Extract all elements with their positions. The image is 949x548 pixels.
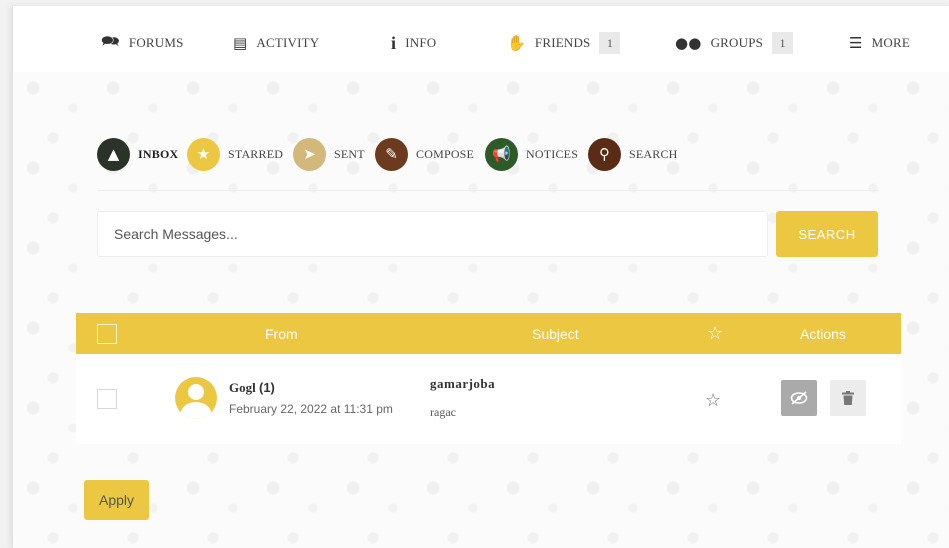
tab-starred-label: STARRED bbox=[228, 146, 284, 161]
nav-activity[interactable]: ▤ ACTIVITY bbox=[233, 32, 319, 54]
tab-sent-label: SENT bbox=[334, 146, 365, 161]
select-all-checkbox[interactable] bbox=[97, 323, 117, 344]
tab-notices-label: NOTICES bbox=[526, 146, 579, 161]
nav-groups-label: GROUPS bbox=[710, 35, 764, 50]
avatar-head bbox=[188, 384, 204, 400]
forums-icon: 🗪 bbox=[101, 31, 120, 50]
tab-compose-label: COMPOSE bbox=[416, 146, 475, 161]
megaphone-icon: 📢 bbox=[485, 137, 518, 171]
groups-icon: ●● bbox=[675, 34, 702, 52]
tabs-divider bbox=[97, 190, 879, 191]
thread-count: (1) bbox=[258, 380, 275, 395]
nav-forums-label: FORUMS bbox=[128, 35, 184, 50]
nav-forums[interactable]: 🗪 FORUMS bbox=[101, 32, 184, 54]
nav-groups[interactable]: ●● GROUPS 1 bbox=[675, 32, 794, 54]
search-icon: ⚲ bbox=[588, 137, 621, 171]
star-toggle-icon[interactable]: ☆ bbox=[705, 390, 721, 411]
header-actions: Actions bbox=[800, 325, 846, 342]
eye-slash-icon bbox=[790, 391, 808, 405]
send-icon: ➤ bbox=[293, 137, 326, 171]
tab-inbox-label: INBOX bbox=[138, 146, 179, 161]
table-row[interactable]: Gogl (1) February 22, 2022 at 11:31 pm g… bbox=[76, 354, 901, 444]
inbox-icon: ▲ bbox=[97, 137, 130, 171]
page-frame: 🗪 FORUMS ▤ ACTIVITY i INFO ✋ FRIENDS 1 ●… bbox=[12, 6, 949, 548]
search-input[interactable] bbox=[97, 211, 768, 257]
apply-button[interactable]: Apply bbox=[84, 480, 149, 520]
tab-search[interactable]: ⚲ SEARCH bbox=[588, 137, 678, 171]
avatar[interactable] bbox=[175, 377, 217, 419]
nav-activity-label: ACTIVITY bbox=[256, 35, 320, 50]
nav-more[interactable]: ☰ MORE bbox=[849, 32, 910, 54]
menu-icon: ☰ bbox=[849, 34, 863, 52]
tab-inbox[interactable]: ▲ INBOX bbox=[97, 137, 178, 171]
info-icon: i bbox=[391, 32, 397, 53]
nav-info[interactable]: i INFO bbox=[391, 32, 436, 54]
trash-icon bbox=[842, 391, 854, 405]
table-header: From Subject ☆ Actions bbox=[76, 313, 901, 354]
nav-friends-label: FRIENDS bbox=[534, 35, 591, 50]
row-checkbox[interactable] bbox=[97, 389, 117, 409]
nav-friends[interactable]: ✋ FRIENDS 1 bbox=[507, 32, 621, 54]
activity-icon: ▤ bbox=[233, 34, 248, 52]
tab-compose[interactable]: ✎ COMPOSE bbox=[375, 137, 474, 171]
avatar-body bbox=[181, 402, 211, 419]
search-button[interactable]: SEARCH bbox=[776, 211, 878, 257]
header-from: From bbox=[265, 325, 298, 342]
delete-button[interactable] bbox=[830, 380, 866, 416]
tab-sent[interactable]: ➤ SENT bbox=[293, 137, 365, 171]
message-excerpt: ragac bbox=[430, 405, 456, 419]
compose-icon: ✎ bbox=[375, 137, 408, 171]
message-subject[interactable]: gamarjoba bbox=[430, 376, 495, 392]
nav-info-label: INFO bbox=[405, 35, 437, 50]
mark-read-button[interactable] bbox=[781, 380, 817, 416]
sender-name-text: Gogl bbox=[229, 380, 256, 395]
tab-starred[interactable]: ★ STARRED bbox=[187, 137, 283, 171]
sender-name[interactable]: Gogl (1) bbox=[229, 380, 275, 396]
groups-count-badge: 1 bbox=[772, 32, 794, 54]
tab-search-label: SEARCH bbox=[629, 146, 678, 161]
nav-more-label: MORE bbox=[871, 35, 911, 50]
tab-notices[interactable]: 📢 NOTICES bbox=[485, 137, 578, 171]
header-star-icon: ☆ bbox=[707, 323, 724, 344]
friends-icon: ✋ bbox=[507, 34, 526, 52]
select-all-cell bbox=[97, 313, 117, 354]
friends-count-badge: 1 bbox=[599, 32, 621, 54]
top-nav: 🗪 FORUMS ▤ ACTIVITY i INFO ✋ FRIENDS 1 ●… bbox=[13, 6, 949, 72]
header-subject: Subject bbox=[532, 325, 579, 342]
star-icon: ★ bbox=[187, 137, 220, 171]
message-date: February 22, 2022 at 11:31 pm bbox=[229, 402, 393, 416]
